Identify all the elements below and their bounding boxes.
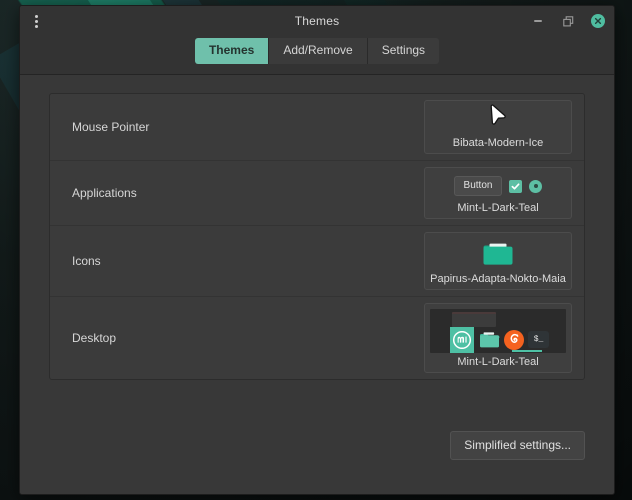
row-label-icons: Icons <box>72 254 101 268</box>
cursor-arrow-icon <box>490 104 506 125</box>
folder-icon <box>483 243 513 265</box>
kebab-dot <box>34 24 38 28</box>
theme-row-desktop: Desktop $_ Mint-L-Dark-Teal <box>50 297 584 379</box>
tab-settings[interactable]: Settings <box>367 38 440 64</box>
minimize-icon <box>534 20 542 22</box>
kebab-dot <box>34 14 38 18</box>
mockup-dock-indicator <box>512 350 542 352</box>
maximize-button[interactable] <box>560 13 576 29</box>
mouse-pointer-theme-name: Bibata-Modern-Ice <box>452 137 544 149</box>
minimize-button[interactable] <box>530 13 546 29</box>
row-label-applications: Applications <box>72 186 137 200</box>
tab-bar: Themes Add/Remove Settings <box>20 36 614 74</box>
applications-theme-name: Mint-L-Dark-Teal <box>457 202 539 214</box>
sample-button: Button <box>453 176 503 196</box>
desktop-theme-name: Mint-L-Dark-Teal <box>457 356 539 368</box>
desktop-preview: $_ <box>429 309 567 353</box>
icons-theme-button[interactable]: Papirus-Adapta-Nokto-Maia <box>424 232 572 290</box>
widget-sampler-preview: Button <box>429 173 567 199</box>
titlebar[interactable]: Themes <box>20 6 614 36</box>
row-label-mouse-pointer: Mouse Pointer <box>72 120 150 134</box>
mockup-window <box>452 312 496 327</box>
icon-theme-preview <box>429 238 567 270</box>
themes-content: Mouse Pointer Bibata-Modern-Ice Applicat… <box>20 75 614 415</box>
close-button[interactable] <box>590 13 606 29</box>
content-filler <box>20 459 614 494</box>
theme-row-icons: Icons Papirus-Adapta-Nokto-Maia <box>50 226 584 297</box>
maximize-restore-icon <box>562 15 573 26</box>
window-title: Themes <box>294 14 340 28</box>
close-icon <box>591 14 605 28</box>
window-header: Themes Themes Add/Remove Settings <box>20 6 614 75</box>
tab-themes[interactable]: Themes <box>194 38 270 64</box>
mouse-pointer-theme-button[interactable]: Bibata-Modern-Ice <box>424 100 572 154</box>
simplified-settings-button[interactable]: Simplified settings... <box>450 430 585 460</box>
tab-strip: Themes Add/Remove Settings <box>194 38 440 64</box>
mockup-dock: $_ <box>430 326 566 353</box>
folder-icon <box>478 329 500 351</box>
tab-add-remove[interactable]: Add/Remove <box>269 38 368 64</box>
kebab-menu-icon[interactable] <box>28 10 44 32</box>
firefox-icon <box>504 329 524 350</box>
terminal-icon: $_ <box>528 331 549 348</box>
kebab-dot <box>34 19 38 23</box>
sample-checkbox-icon <box>509 179 523 193</box>
window-controls <box>530 6 606 36</box>
mint-logo-icon <box>450 326 474 353</box>
theme-row-mouse-pointer: Mouse Pointer Bibata-Modern-Ice <box>50 94 584 161</box>
row-label-desktop: Desktop <box>72 331 117 345</box>
applications-theme-button[interactable]: Button Mint-L-Dark-Teal <box>424 167 572 219</box>
desktop-theme-button[interactable]: $_ Mint-L-Dark-Teal <box>424 303 572 373</box>
sample-radio-icon <box>529 179 543 193</box>
themes-window: Themes Themes Add/Remove Settings Mouse … <box>19 5 615 495</box>
theme-rows-frame: Mouse Pointer Bibata-Modern-Ice Applicat… <box>49 93 585 380</box>
terminal-prompt: $_ <box>533 334 544 344</box>
icons-theme-name: Papirus-Adapta-Nokto-Maia <box>430 273 566 285</box>
desktop-mockup: $_ <box>430 309 566 353</box>
window-footer: Simplified settings... <box>20 414 614 460</box>
theme-row-applications: Applications Button Mint-L-Dark-Teal <box>50 161 584 226</box>
cursor-preview <box>429 104 567 134</box>
